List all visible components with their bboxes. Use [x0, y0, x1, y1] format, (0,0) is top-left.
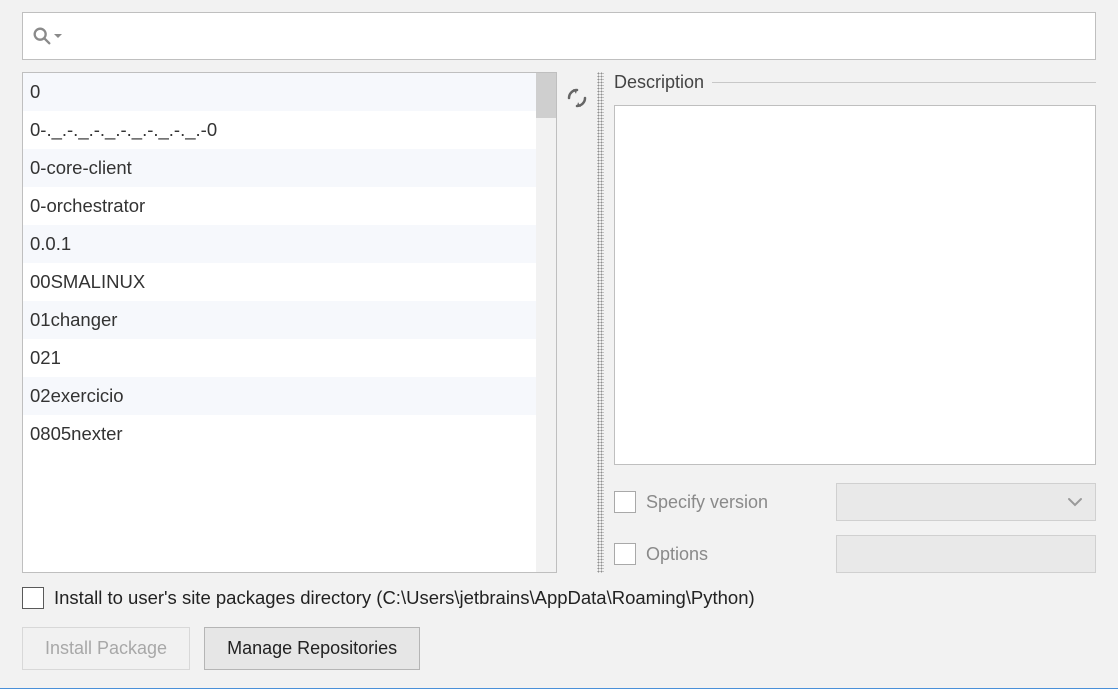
- options-checkbox[interactable]: [614, 543, 636, 565]
- package-item[interactable]: 0-orchestrator: [23, 187, 536, 225]
- package-item[interactable]: 0-._.-._.-._.-._.-._.-._.-0: [23, 111, 536, 149]
- package-item[interactable]: 0: [23, 73, 536, 111]
- version-select[interactable]: [836, 483, 1096, 521]
- refresh-button[interactable]: [563, 84, 591, 112]
- refresh-icon: [565, 86, 589, 110]
- specify-version-label: Specify version: [646, 492, 836, 513]
- description-textarea: [614, 105, 1096, 465]
- install-user-site-checkbox[interactable]: [22, 587, 44, 609]
- chevron-down-icon: [1067, 497, 1083, 507]
- description-label: Description: [614, 72, 704, 93]
- options-label: Options: [646, 544, 836, 565]
- package-list[interactable]: 0 0-._.-._.-._.-._.-._.-._.-0 0-core-cli…: [23, 73, 536, 572]
- install-package-button[interactable]: Install Package: [22, 627, 190, 670]
- package-item[interactable]: 021: [23, 339, 536, 377]
- package-item[interactable]: 0.0.1: [23, 225, 536, 263]
- search-box[interactable]: [22, 12, 1096, 60]
- scrollbar[interactable]: [536, 73, 556, 572]
- divider-line: [712, 82, 1096, 83]
- package-item[interactable]: 0805nexter: [23, 415, 536, 453]
- package-item[interactable]: 00SMALINUX: [23, 263, 536, 301]
- search-input[interactable]: [69, 13, 1087, 59]
- options-input[interactable]: [836, 535, 1096, 573]
- package-item[interactable]: 01changer: [23, 301, 536, 339]
- search-icon: [31, 25, 63, 47]
- install-user-site-label: Install to user's site packages director…: [54, 587, 755, 609]
- package-item[interactable]: 02exercicio: [23, 377, 536, 415]
- splitter[interactable]: [597, 72, 604, 573]
- package-item[interactable]: 0-core-client: [23, 149, 536, 187]
- specify-version-checkbox[interactable]: [614, 491, 636, 513]
- dropdown-arrow-icon: [53, 31, 63, 41]
- scrollbar-thumb[interactable]: [536, 73, 556, 118]
- manage-repositories-button[interactable]: Manage Repositories: [204, 627, 420, 670]
